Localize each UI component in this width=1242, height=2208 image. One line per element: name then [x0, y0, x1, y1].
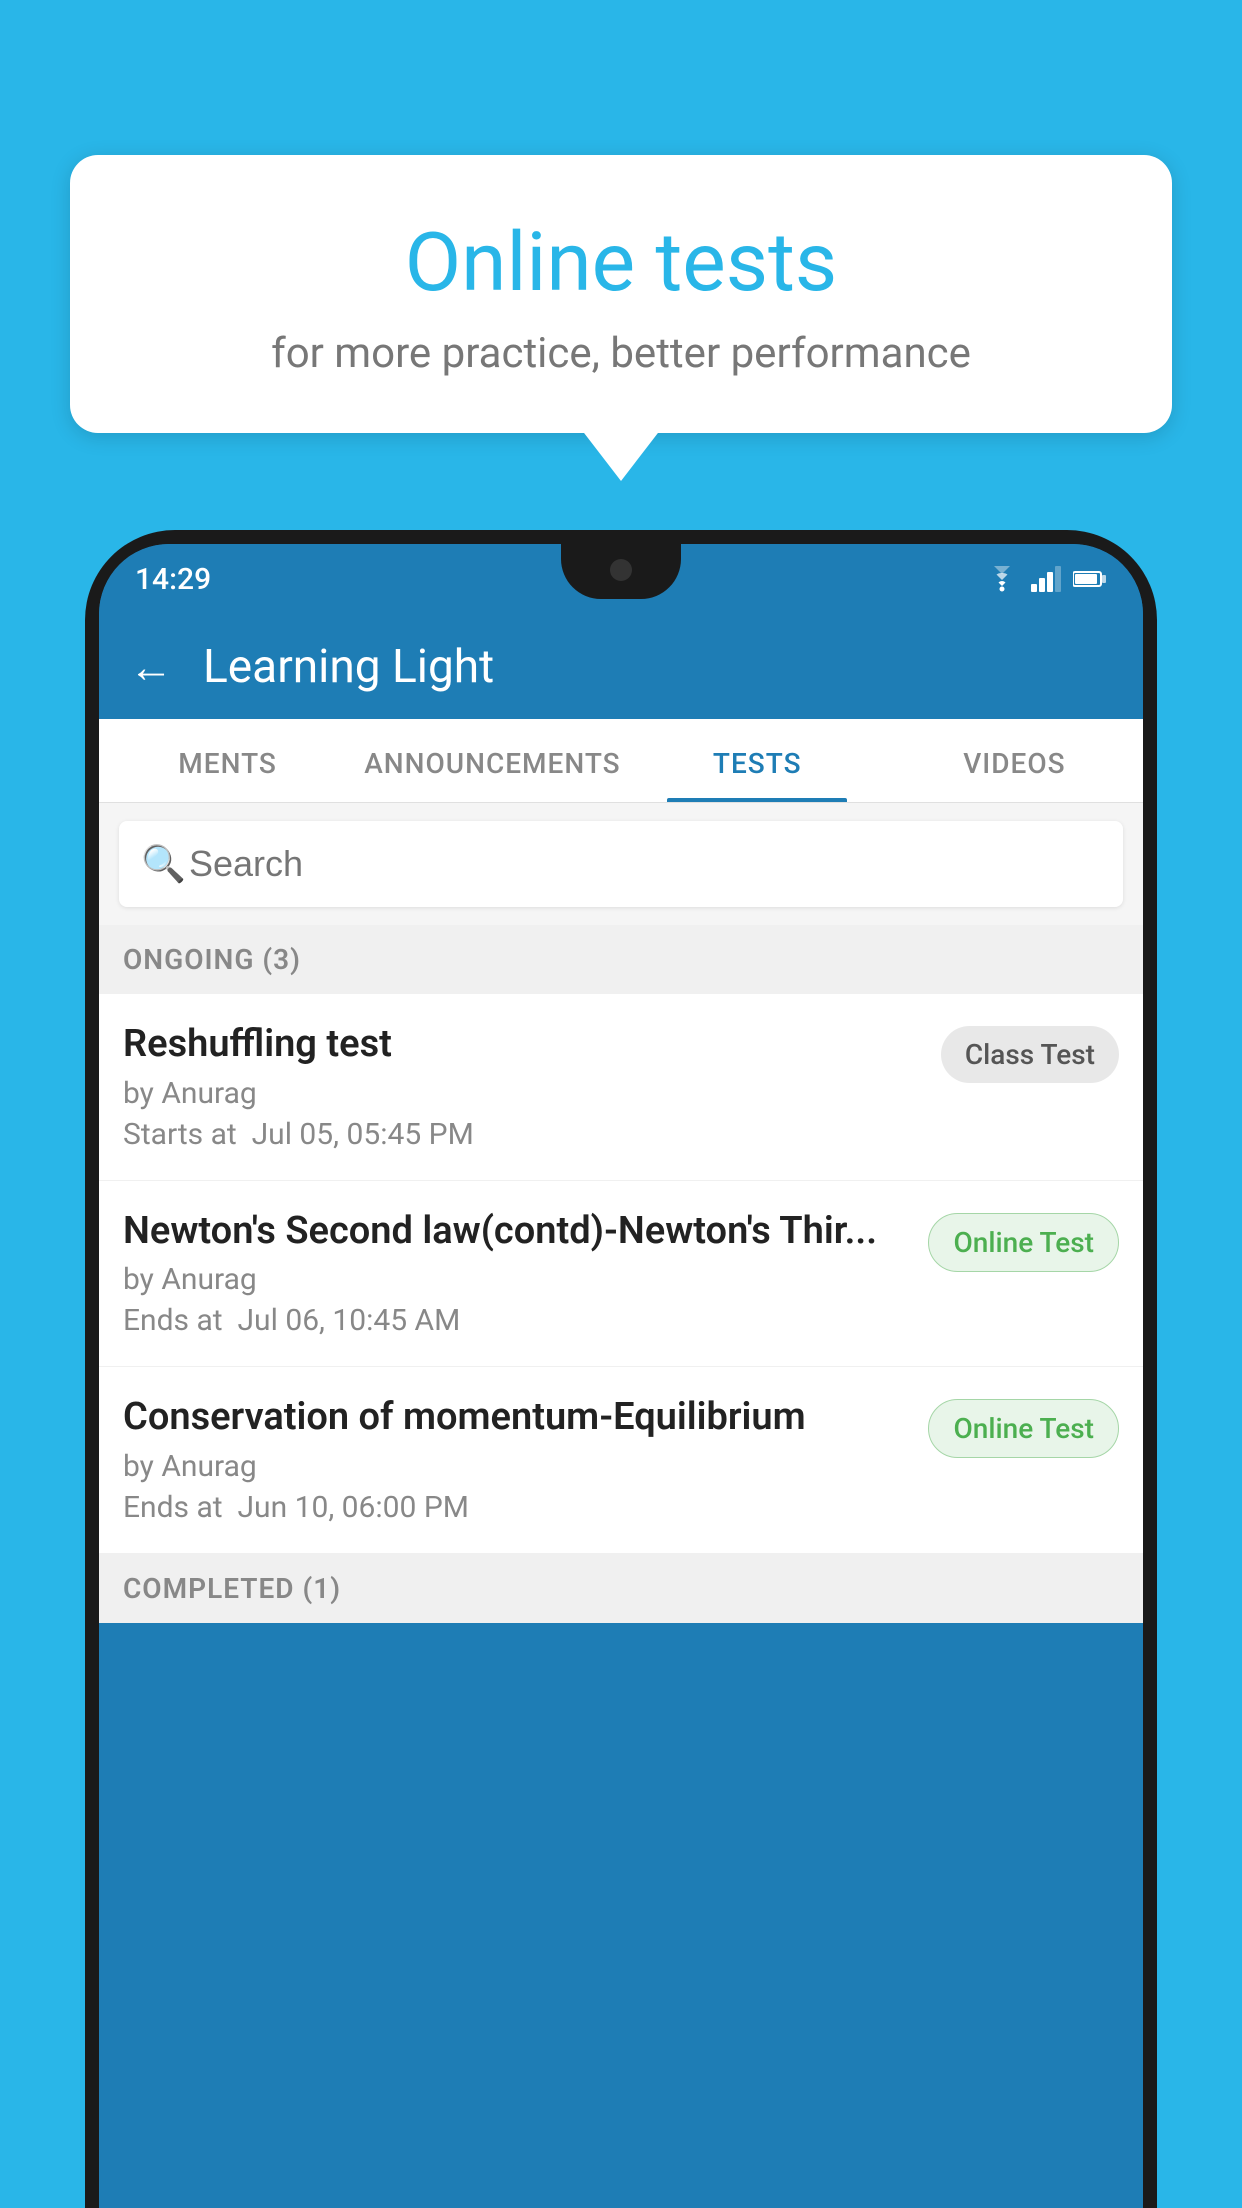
test-item-name: Conservation of momentum-Equilibrium: [123, 1395, 912, 1441]
test-item-info: Newton's Second law(contd)-Newton's Thir…: [123, 1209, 912, 1339]
search-icon: 🔍: [141, 843, 186, 885]
battery-icon: [1073, 570, 1107, 588]
test-item-author: by Anurag: [123, 1076, 925, 1111]
test-badge-class: Class Test: [941, 1026, 1119, 1083]
test-item-author: by Anurag: [123, 1262, 912, 1297]
phone-screen: 14:29: [99, 544, 1143, 2208]
test-item[interactable]: Reshuffling test by Anurag Starts at Jul…: [99, 994, 1143, 1181]
status-icons: [985, 566, 1107, 592]
test-item-info: Reshuffling test by Anurag Starts at Jul…: [123, 1022, 925, 1152]
test-item[interactable]: Newton's Second law(contd)-Newton's Thir…: [99, 1181, 1143, 1368]
test-item-name: Reshuffling test: [123, 1022, 925, 1068]
phone-frame: 14:29: [85, 530, 1157, 2208]
test-item-time: Ends at Jun 10, 06:00 PM: [123, 1490, 912, 1525]
speech-bubble: Online tests for more practice, better p…: [70, 155, 1172, 433]
tests-list: Reshuffling test by Anurag Starts at Jul…: [99, 994, 1143, 1623]
ongoing-section-header: ONGOING (3): [99, 925, 1143, 994]
test-badge-online: Online Test: [928, 1213, 1119, 1272]
test-item-time: Starts at Jul 05, 05:45 PM: [123, 1117, 925, 1152]
camera-icon: [610, 559, 632, 581]
test-item[interactable]: Conservation of momentum-Equilibrium by …: [99, 1367, 1143, 1554]
test-item-name: Newton's Second law(contd)-Newton's Thir…: [123, 1209, 912, 1255]
speech-bubble-subtitle: for more practice, better performance: [120, 329, 1122, 378]
tabs-bar: MENTS ANNOUNCEMENTS TESTS VIDEOS: [99, 719, 1143, 803]
test-badge-online: Online Test: [928, 1399, 1119, 1458]
status-bar: 14:29: [99, 544, 1143, 614]
tab-tests[interactable]: TESTS: [629, 719, 886, 802]
phone-container: 14:29: [85, 530, 1157, 2208]
app-header: ← Learning Light: [99, 614, 1143, 719]
signal-icon: [1031, 566, 1061, 592]
tab-assignments[interactable]: MENTS: [99, 719, 356, 802]
tab-announcements[interactable]: ANNOUNCEMENTS: [356, 719, 628, 802]
test-item-author: by Anurag: [123, 1449, 912, 1484]
app-header-title: Learning Light: [203, 640, 494, 694]
tab-videos[interactable]: VIDEOS: [886, 719, 1143, 802]
test-item-time: Ends at Jul 06, 10:45 AM: [123, 1303, 912, 1338]
speech-bubble-title: Online tests: [120, 215, 1122, 311]
completed-section-header: COMPLETED (1): [99, 1554, 1143, 1623]
phone-notch: [561, 544, 681, 599]
status-time: 14:29: [135, 562, 211, 597]
wifi-icon: [985, 566, 1019, 592]
search-container: 🔍: [99, 803, 1143, 925]
back-button[interactable]: ←: [129, 641, 173, 693]
test-item-info: Conservation of momentum-Equilibrium by …: [123, 1395, 912, 1525]
search-input[interactable]: [119, 821, 1123, 907]
search-wrapper: 🔍: [119, 821, 1123, 907]
